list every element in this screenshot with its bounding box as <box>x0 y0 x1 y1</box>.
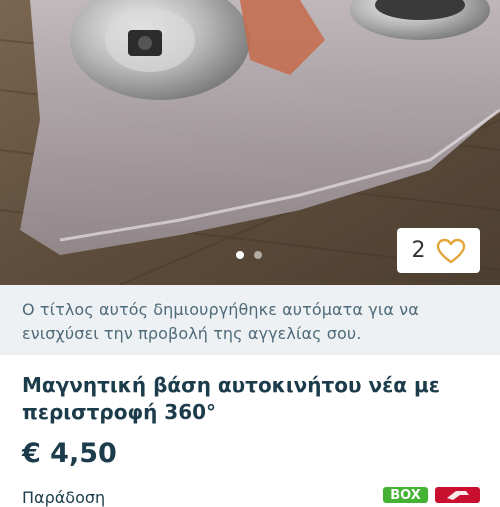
listing-price: € 4,50 <box>22 438 117 469</box>
gallery-pagination <box>236 251 262 259</box>
courier-logo-icon <box>435 487 480 503</box>
heart-outline-icon <box>436 238 465 263</box>
listing-title: Μαγνητική βάση αυτοκινήτου νέα με περιστ… <box>22 373 440 424</box>
favorite-count: 2 <box>411 238 426 263</box>
box-badge: BOX <box>383 487 428 503</box>
favorite-button[interactable]: 2 <box>397 228 480 273</box>
gallery-dot[interactable] <box>254 251 262 259</box>
gallery-dot-active[interactable] <box>236 251 244 259</box>
delivery-label: Παράδοση <box>22 488 106 507</box>
auto-title-notice: Ο τίτλος αυτός δημιουργήθηκε αυτόματα γι… <box>0 285 500 355</box>
notice-text: Ο τίτλος αυτός δημιουργήθηκε αυτόματα γι… <box>22 300 419 343</box>
